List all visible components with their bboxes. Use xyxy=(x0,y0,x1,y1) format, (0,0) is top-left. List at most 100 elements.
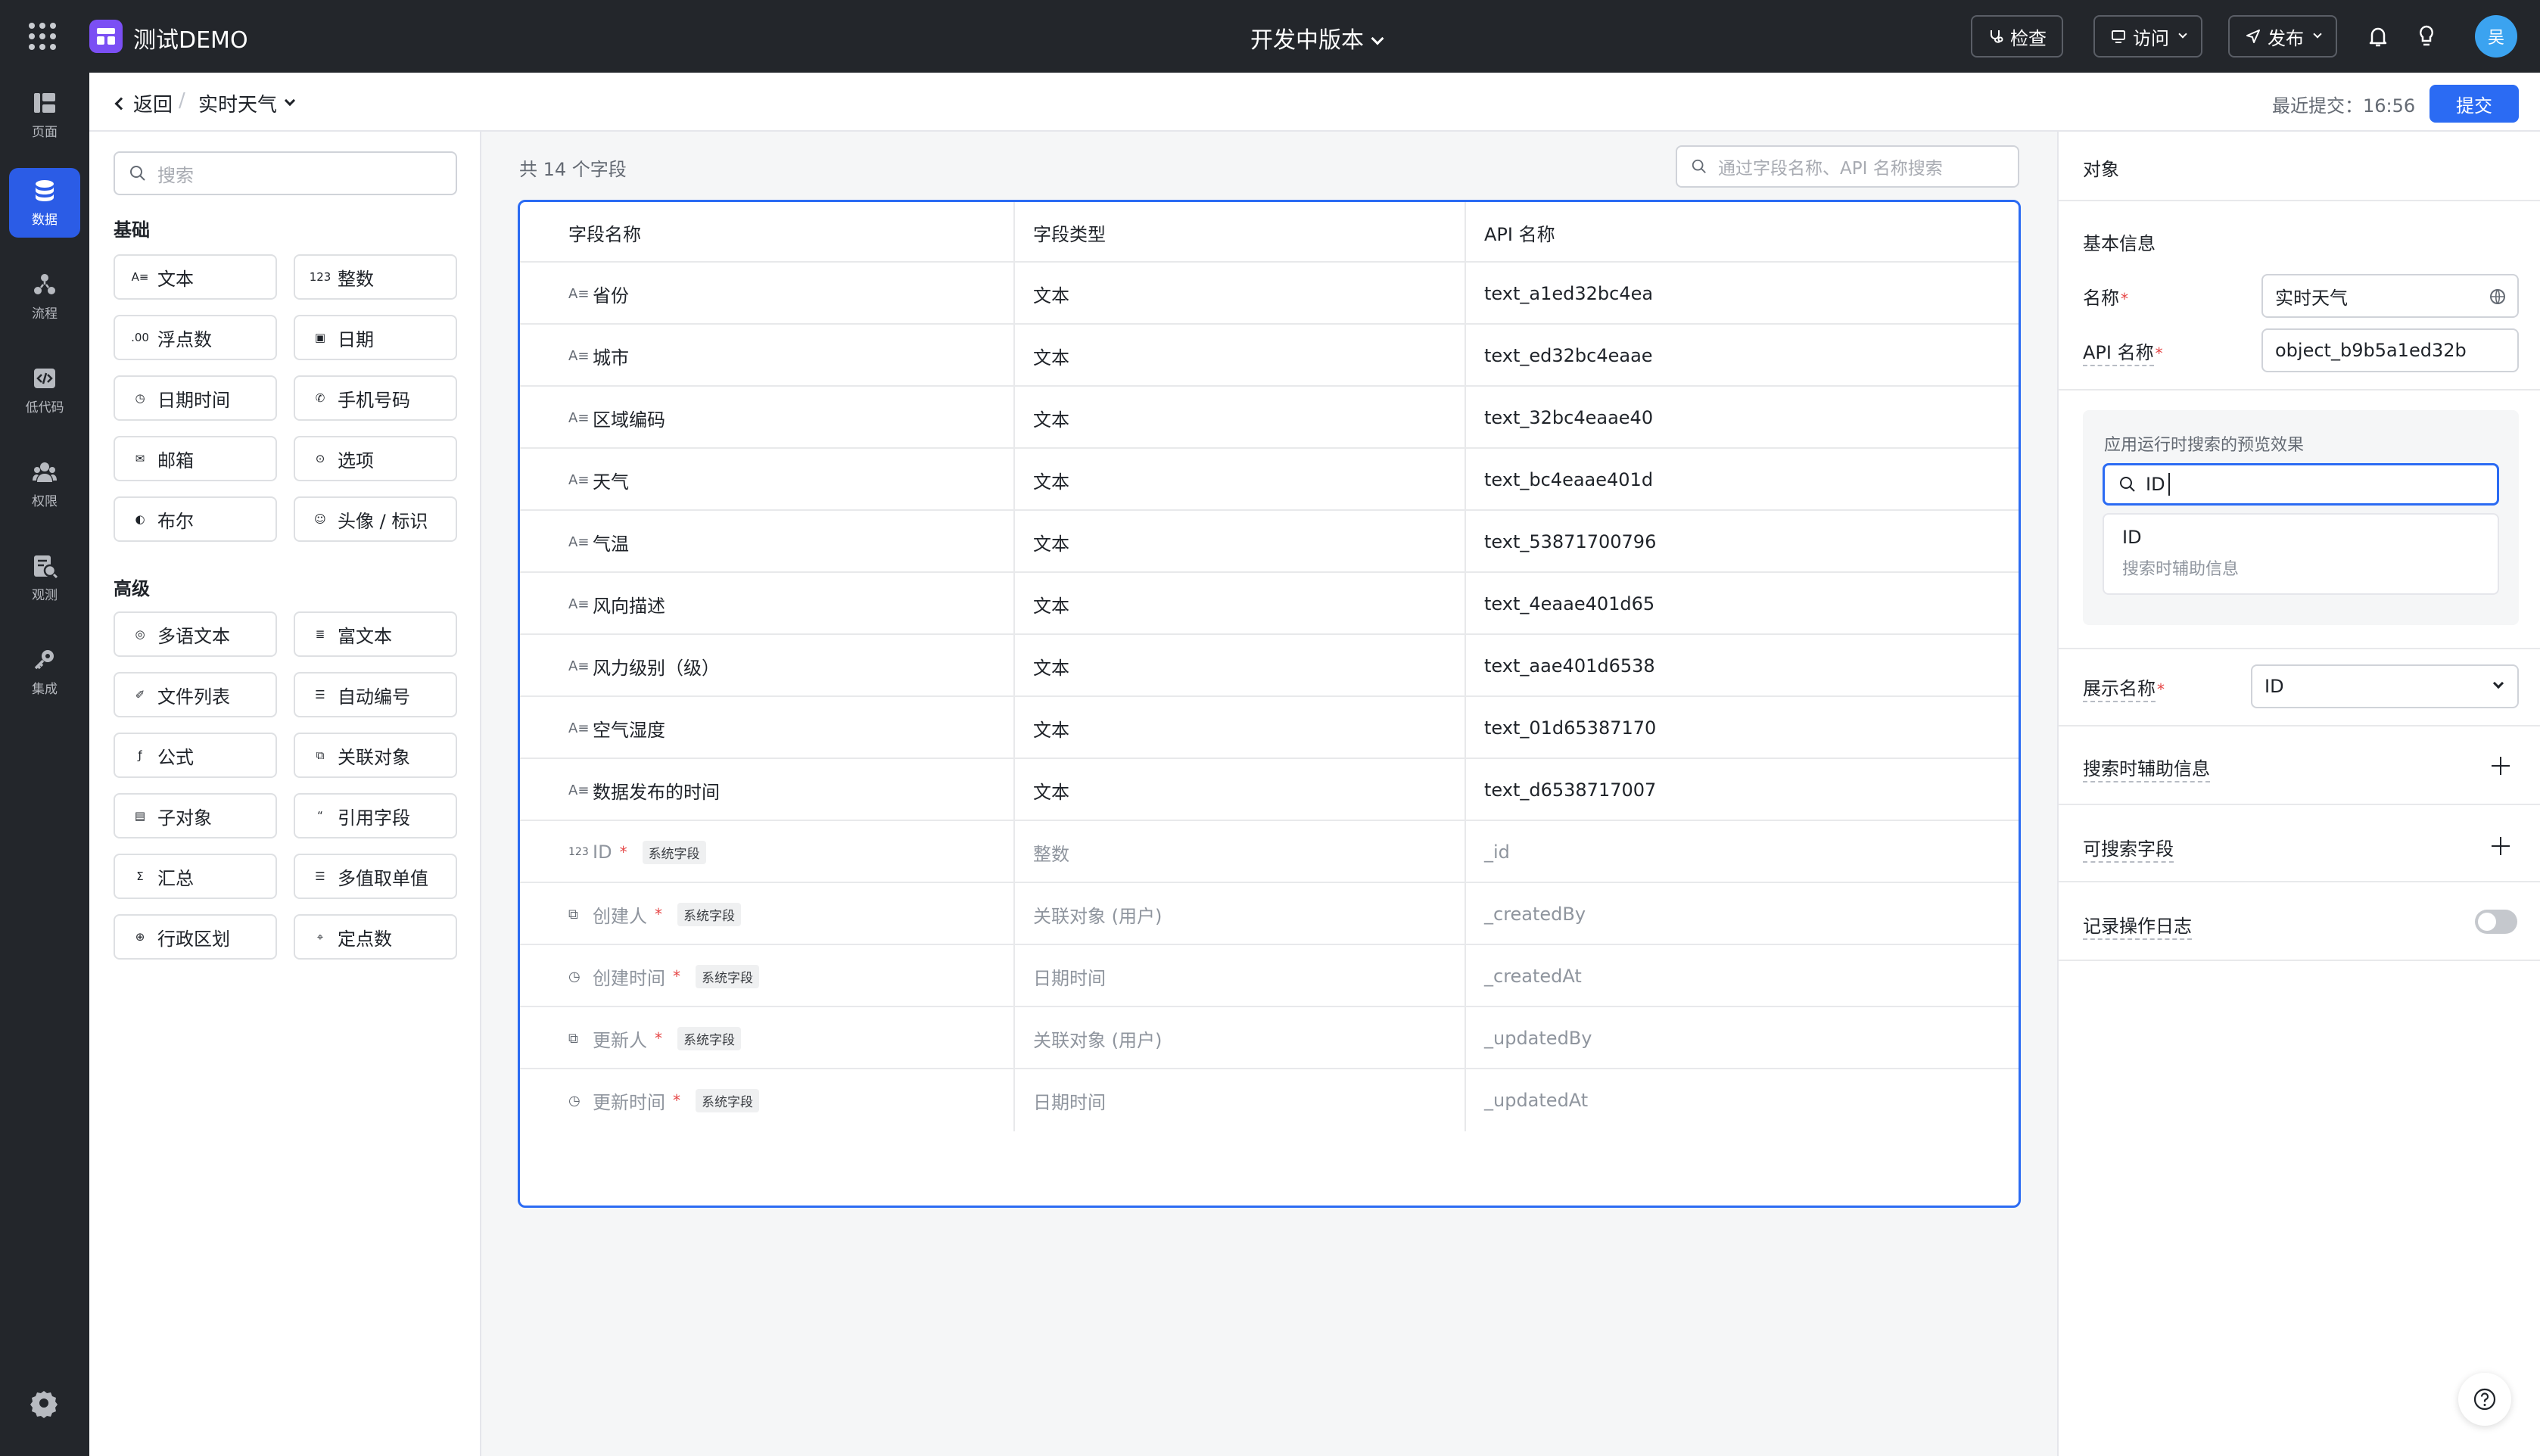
divider xyxy=(2059,881,2540,882)
palette-item[interactable]: .00 浮点数 xyxy=(114,315,277,360)
chevron-left-icon xyxy=(114,97,128,110)
palette-item[interactable]: “ 引用字段 xyxy=(294,793,457,838)
version-selector[interactable]: 开发中版本 xyxy=(1250,21,1384,54)
palette-item[interactable]: ≣ 富文本 xyxy=(294,611,457,657)
palette-item[interactable]: ⊙ 选项 xyxy=(294,436,457,481)
preview-search-input[interactable]: ID xyxy=(2103,463,2499,506)
field-type-cell: 文本 xyxy=(1015,759,1466,821)
display-name-select[interactable]: ID xyxy=(2251,664,2519,708)
check-label: 检查 xyxy=(2010,27,2047,49)
back-button[interactable]: 返回 xyxy=(114,89,173,117)
palette-item[interactable]: A≡ 文本 xyxy=(114,254,277,300)
field-name: 创建人 xyxy=(593,905,647,927)
bell-icon[interactable] xyxy=(2364,23,2392,50)
operation-log-toggle[interactable] xyxy=(2475,910,2517,934)
table-row[interactable]: A≡ 气温 文本 text_53871700796 xyxy=(520,511,2019,573)
palette-item[interactable]: ◷ 日期时间 xyxy=(114,375,277,421)
object-name-field[interactable]: 实时天气 xyxy=(2261,274,2519,318)
sigma-icon: Σ xyxy=(136,870,144,883)
palette-search-input[interactable]: 搜索 xyxy=(114,151,457,195)
avatar-icon: ☺ xyxy=(314,512,326,526)
field-name-cell: A≡ 城市 xyxy=(520,325,1015,387)
palette-search-placeholder: 搜索 xyxy=(157,164,194,186)
rail-item-pages[interactable]: 页面 xyxy=(9,80,80,150)
palette-item[interactable]: ◐ 布尔 xyxy=(114,496,277,542)
table-row[interactable]: ⧉ 更新人 * 系统字段 关联对象 (用户) _updatedBy xyxy=(520,1007,2019,1069)
table-row[interactable]: A≡ 天气 文本 text_bc4eaae401d xyxy=(520,449,2019,511)
palette-item[interactable]: ⧉ 关联对象 xyxy=(294,733,457,778)
table-row[interactable]: A≡ 空气湿度 文本 text_01d65387170 xyxy=(520,697,2019,759)
searchable-fields-label: 可搜索字段 xyxy=(2083,834,2174,863)
panel-title: 对象 xyxy=(2083,159,2119,180)
field-name-cell: A≡ 空气湿度 xyxy=(520,697,1015,759)
left-rail: 页面 数据 流程 低代码 权限 观测 集成 xyxy=(0,73,89,1456)
rail-label: 权限 xyxy=(32,493,58,509)
app-grid-icon[interactable] xyxy=(29,23,56,50)
palette-item[interactable]: ƒ 公式 xyxy=(114,733,277,778)
monitor-icon xyxy=(2112,30,2125,43)
check-button[interactable]: 检查 xyxy=(1971,15,2063,58)
palette-item[interactable]: ⊕ 行政区划 xyxy=(114,914,277,960)
palette-item[interactable]: ☰ 自动编号 xyxy=(294,672,457,717)
table-row[interactable]: ⧉ 创建人 * 系统字段 关联对象 (用户) _createdBy xyxy=(520,883,2019,945)
field-type-cell: 文本 xyxy=(1015,325,1466,387)
palette-item-label: 布尔 xyxy=(157,510,194,532)
api-name-cell: text_01d65387170 xyxy=(1484,717,1657,739)
search-preview-box: 应用运行时搜索的预览效果 ID ID 搜索时辅助信息 xyxy=(2083,410,2519,625)
add-searchable-field-icon[interactable] xyxy=(2492,837,2510,855)
formula-icon: ƒ xyxy=(138,748,142,762)
name-label: 名称 * xyxy=(2083,283,2128,310)
preview-option[interactable]: ID 搜索时辅助信息 xyxy=(2103,513,2499,595)
publish-button[interactable]: 发布 xyxy=(2228,15,2337,58)
field-search-input[interactable]: 通过字段名称、API 名称搜索 xyxy=(1676,145,2019,188)
rail-item-data[interactable]: 数据 xyxy=(9,168,80,238)
field-type-cell: 日期时间 xyxy=(1015,945,1466,1007)
table-row[interactable]: A≡ 省份 文本 text_a1ed32bc4ea xyxy=(520,263,2019,325)
table-row[interactable]: ◷ 创建时间 * 系统字段 日期时间 _createdAt xyxy=(520,945,2019,1007)
access-label: 访问 xyxy=(2133,27,2169,49)
palette-item[interactable]: ▣ 日期 xyxy=(294,315,457,360)
help-button[interactable] xyxy=(2458,1373,2511,1426)
palette-item[interactable]: ◎ 多语文本 xyxy=(114,611,277,657)
table-row[interactable]: A≡ 风力级别（级） 文本 text_aae401d6538 xyxy=(520,635,2019,697)
palette-item[interactable]: Σ 汇总 xyxy=(114,854,277,899)
rail-item-lowcode[interactable]: 低代码 xyxy=(9,356,80,425)
table-row[interactable]: A≡ 数据发布的时间 文本 text_d6538717007 xyxy=(520,759,2019,821)
palette-item[interactable]: ☺ 头像 / 标识 xyxy=(294,496,457,542)
field-type-cell: 文本 xyxy=(1015,449,1466,511)
text-icon: A≡ xyxy=(568,658,590,674)
table-row[interactable]: ◷ 更新时间 * 系统字段 日期时间 _updatedAt xyxy=(520,1069,2019,1131)
rail-item-permission[interactable]: 权限 xyxy=(9,450,80,519)
palette-item[interactable]: ✐ 文件列表 xyxy=(114,672,277,717)
api-name-cell: _updatedAt xyxy=(1484,1090,1589,1111)
text-icon: A≡ xyxy=(568,720,590,736)
table-row[interactable]: A≡ 风向描述 文本 text_4eaae401d65 xyxy=(520,573,2019,635)
palette-item[interactable]: ▤ 子对象 xyxy=(114,793,277,838)
palette-item[interactable]: ✆ 手机号码 xyxy=(294,375,457,421)
palette-item[interactable]: ☰ 多值取单值 xyxy=(294,854,457,899)
table-row[interactable]: A≡ 城市 文本 text_ed32bc4eaae xyxy=(520,325,2019,387)
table-row[interactable]: A≡ 区域编码 文本 text_32bc4eaae40 xyxy=(520,387,2019,449)
table-row[interactable]: 123 ID * 系统字段 整数 _id xyxy=(520,821,2019,883)
palette-item[interactable]: 123 整数 xyxy=(294,254,457,300)
rail-item-flow[interactable]: 流程 xyxy=(9,262,80,331)
settings-gear-icon[interactable] xyxy=(29,1388,59,1418)
richtext-icon: ≣ xyxy=(315,627,325,641)
api-name-field[interactable]: object_b9b5a1ed32b xyxy=(2261,328,2519,372)
rail-item-observe[interactable]: 观测 xyxy=(9,543,80,613)
globe-icon[interactable] xyxy=(2489,288,2507,306)
required-mark: * xyxy=(2157,680,2165,698)
palette-item[interactable]: ⌖ 定点数 xyxy=(294,914,457,960)
palette-item[interactable]: ✉ 邮箱 xyxy=(114,436,277,481)
rail-label: 页面 xyxy=(32,124,58,140)
add-search-aux-icon[interactable] xyxy=(2492,757,2510,775)
rail-item-integration[interactable]: 集成 xyxy=(9,637,80,707)
lightbulb-icon[interactable] xyxy=(2413,23,2440,50)
chevron-down-icon xyxy=(284,95,296,106)
user-avatar[interactable]: 吴 xyxy=(2475,15,2517,58)
api-name-cell: _id xyxy=(1484,842,1510,863)
access-button[interactable]: 访问 xyxy=(2093,15,2202,58)
submit-button[interactable]: 提交 xyxy=(2429,85,2519,123)
field-name: 城市 xyxy=(593,347,629,369)
object-selector[interactable]: 实时天气 xyxy=(198,89,296,117)
